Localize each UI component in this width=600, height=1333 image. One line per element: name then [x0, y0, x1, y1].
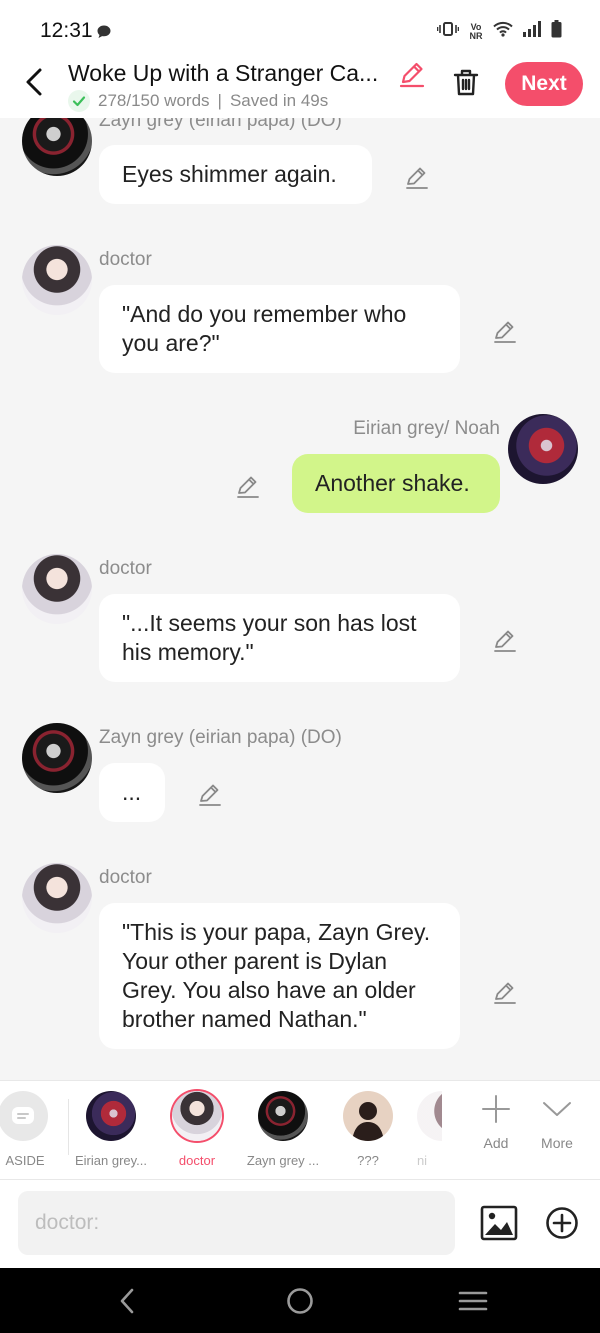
composer [0, 1180, 600, 1268]
saved-time: Saved in 49s [229, 91, 329, 110]
chevron-down-icon [543, 1102, 571, 1116]
nav-home-button[interactable] [285, 1286, 315, 1316]
status-separator: | [217, 91, 222, 110]
wifi-icon [493, 21, 513, 42]
avatar-eirian [86, 1091, 136, 1141]
message-bubble[interactable]: "...It seems your son has lost his memor… [99, 594, 460, 682]
edit-message-icon[interactable] [197, 781, 223, 807]
avatar-doctor[interactable] [22, 554, 92, 624]
nav-back-icon [120, 1288, 134, 1314]
character-name: Eirian grey... [74, 1153, 147, 1168]
vibrate-icon [436, 21, 460, 42]
character-doctor[interactable]: doctor [157, 1091, 237, 1168]
system-navigation-bar [0, 1268, 600, 1333]
plus-circle-icon [546, 1207, 578, 1239]
character-eirian[interactable]: Eirian grey... [71, 1091, 151, 1168]
back-button[interactable] [20, 66, 48, 98]
add-label: Add [483, 1135, 509, 1151]
avatar-partial [417, 1091, 442, 1141]
status-time: 12:31 [40, 19, 93, 42]
aside-button[interactable]: ASIDE [0, 1091, 60, 1168]
trash-icon [453, 69, 479, 96]
edit-title-button[interactable] [398, 60, 426, 88]
edit-message-icon[interactable] [235, 473, 261, 499]
nav-recents-icon [458, 1291, 488, 1311]
more-button[interactable]: More [527, 1093, 587, 1151]
speaker-name: doctor [99, 867, 152, 888]
chat-bubble-icon [96, 24, 112, 45]
message-bubble-self[interactable]: Another shake. [292, 454, 500, 513]
more-label: More [541, 1135, 573, 1151]
story-title: Woke Up with a Stranger Ca... [68, 60, 379, 86]
avatar-eirian[interactable] [508, 414, 578, 484]
more-options-button[interactable] [545, 1206, 579, 1240]
volte-label: Vo NR [469, 21, 483, 41]
character-zayn[interactable]: Zayn grey ... [243, 1091, 323, 1168]
check-icon [68, 90, 90, 112]
character-partial[interactable]: ni [402, 1091, 442, 1168]
battery-icon [551, 20, 562, 43]
nav-recents-button[interactable] [458, 1286, 488, 1316]
avatar-zayn [258, 1091, 308, 1141]
avatar-zayn[interactable] [22, 118, 92, 176]
character-name: ni [416, 1153, 428, 1168]
edit-message-icon[interactable] [492, 979, 518, 1005]
editor-header: Woke Up with a Stranger Ca... 278/150 wo… [0, 58, 600, 118]
avatar-doctor [172, 1091, 222, 1141]
aside-icon [0, 1091, 48, 1141]
silhouette-avatar [343, 1091, 393, 1141]
plus-icon [482, 1095, 510, 1123]
message-bubble[interactable]: ... [99, 763, 165, 822]
message-bubble[interactable]: "This is your papa, Zayn Grey. Your othe… [99, 903, 460, 1049]
next-button[interactable]: Next [505, 62, 583, 106]
nav-back-button[interactable] [112, 1286, 142, 1316]
speaker-name: doctor [99, 558, 152, 579]
add-character-button[interactable]: Add [466, 1093, 526, 1151]
save-status: 278/150 words | Saved in 49s [68, 90, 328, 112]
signal-icon [522, 21, 542, 42]
status-bar: 12:31 Vo NR [0, 0, 600, 58]
edit-message-icon[interactable] [492, 318, 518, 344]
speaker-name: doctor [99, 249, 152, 270]
aside-label: ASIDE [5, 1153, 45, 1168]
character-unknown[interactable]: ??? [328, 1091, 408, 1168]
word-count: 278/150 words [98, 91, 210, 110]
character-name: ??? [357, 1153, 379, 1168]
chat-area[interactable]: Zayn grey (eirian papa) (DO) Eyes shimme… [0, 118, 600, 1080]
avatar-zayn[interactable] [22, 723, 92, 793]
speaker-name: Zayn grey (eirian papa) (DO) [99, 118, 342, 131]
character-selector: ASIDE Eirian grey... doctor Zayn grey ..… [0, 1080, 600, 1180]
message-bubble[interactable]: Eyes shimmer again. [99, 145, 372, 204]
delete-button[interactable] [452, 66, 480, 98]
insert-image-button[interactable] [480, 1204, 518, 1242]
image-icon [480, 1205, 518, 1241]
edit-message-icon[interactable] [492, 627, 518, 653]
pencil-icon [399, 62, 425, 88]
message-bubble[interactable]: "And do you remember who you are?" [99, 285, 460, 373]
edit-message-icon[interactable] [404, 164, 430, 190]
avatar-doctor[interactable] [22, 863, 92, 933]
speaker-name: Eirian grey/ Noah [353, 418, 500, 439]
divider [68, 1099, 69, 1155]
nav-home-icon [287, 1288, 313, 1314]
message-input[interactable] [18, 1191, 455, 1255]
back-arrow-icon [26, 68, 42, 96]
speaker-name: Zayn grey (eirian papa) (DO) [99, 727, 342, 748]
silhouette-icon [352, 1102, 384, 1141]
character-name: Zayn grey ... [246, 1153, 320, 1168]
avatar-doctor[interactable] [22, 245, 92, 315]
character-name: doctor [178, 1153, 216, 1168]
